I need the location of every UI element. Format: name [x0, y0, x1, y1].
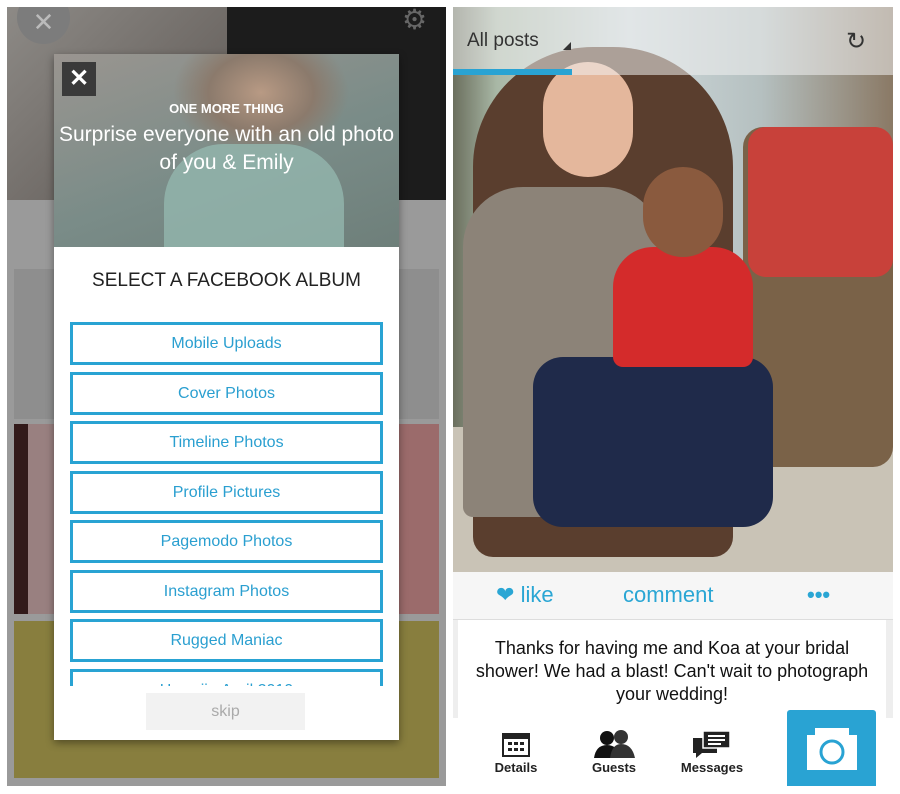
album-button[interactable]: Timeline Photos — [70, 421, 383, 464]
tab-label: Guests — [591, 760, 637, 775]
like-button[interactable]: ❤ like — [496, 582, 554, 608]
comment-button[interactable]: comment — [623, 582, 713, 608]
camera-icon — [807, 728, 857, 770]
post-caption: Thanks for having me and Koa at your bri… — [458, 620, 886, 720]
refresh-icon[interactable]: ↻ — [846, 27, 866, 56]
tab-details[interactable]: Details — [476, 728, 556, 775]
heart-icon: ❤ — [496, 582, 515, 607]
top-bar: All posts ↻ — [453, 7, 893, 75]
tab-messages[interactable]: Messages — [672, 728, 752, 775]
dropdown-caret-icon — [563, 42, 571, 50]
album-list[interactable]: Mobile Uploads Cover Photos Timeline Pho… — [70, 322, 383, 686]
messages-icon — [672, 728, 752, 760]
calendar-icon — [476, 728, 556, 760]
gear-icon[interactable]: ⚙ — [402, 7, 427, 36]
more-icon[interactable]: ••• — [807, 582, 830, 608]
guests-icon — [574, 728, 654, 760]
album-button[interactable]: Hawaii - April 2010 — [70, 668, 383, 686]
post-actions: ❤ like comment ••• — [453, 572, 893, 620]
kicker-text: ONE MORE THING — [169, 101, 284, 116]
album-button[interactable]: Pagemodo Photos — [70, 520, 383, 563]
post-photo[interactable] — [453, 7, 893, 572]
album-button[interactable]: Mobile Uploads — [70, 322, 383, 365]
tab-label: Messages — [680, 760, 744, 775]
album-button[interactable]: Rugged Maniac — [70, 619, 383, 662]
album-button[interactable]: Instagram Photos — [70, 569, 383, 613]
tab-guests[interactable]: Guests — [574, 728, 654, 775]
filter-dropdown[interactable]: All posts — [467, 30, 539, 52]
section-title: SELECT A FACEBOOK ALBUM — [92, 270, 361, 291]
skip-button[interactable]: skip — [146, 693, 305, 730]
album-modal: ✕ ONE MORE THING Surprise everyone with … — [54, 54, 399, 740]
camera-button[interactable] — [787, 710, 876, 786]
right-screen: All posts ↻ ❤ like comment ••• Thanks fo… — [453, 7, 893, 786]
album-button[interactable]: Profile Pictures — [70, 470, 383, 514]
album-button[interactable]: Cover Photos — [70, 371, 383, 415]
headline: Surprise everyone with an old photo of y… — [58, 123, 395, 174]
tab-label: Details — [494, 760, 538, 775]
active-tab-indicator — [453, 69, 572, 75]
close-button[interactable]: ✕ — [62, 62, 96, 96]
like-label: like — [520, 582, 554, 607]
